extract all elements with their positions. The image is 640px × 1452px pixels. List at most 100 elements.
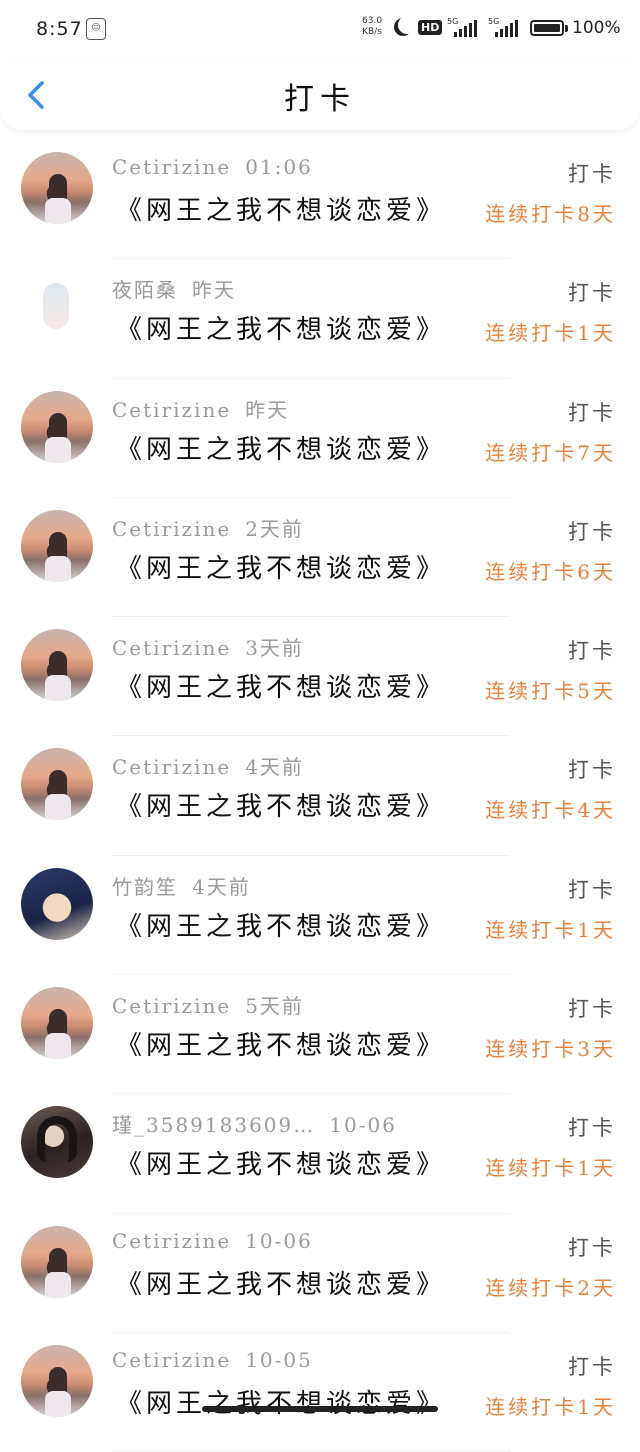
- hd-voice-badge: HD: [418, 20, 443, 35]
- checkin-time: 昨天: [245, 397, 290, 422]
- row-meta: Cetirizine 2天前: [112, 513, 304, 542]
- streak-days: 连续打卡1天: [485, 1394, 616, 1419]
- checkin-label: 打卡: [568, 281, 616, 306]
- streak-days: 连续打卡2天: [485, 1275, 616, 1300]
- status-time: 8:57: [36, 18, 83, 40]
- avatar[interactable]: [21, 152, 93, 224]
- checkin-time: 4天前: [245, 755, 304, 780]
- checkin-row[interactable]: Cetirizine 10-05 《网王之我不想谈恋爱》 打卡连续打卡1天: [0, 1333, 640, 1452]
- book-title[interactable]: 《网王之我不想谈恋爱》: [116, 429, 446, 466]
- checkin-time: 10-05: [245, 1347, 313, 1372]
- status-bar: 8:57 ☺ 63.0 KB/s HD 5G 5G 100%: [0, 0, 640, 58]
- row-meta: Cetirizine 4天前: [112, 751, 304, 780]
- battery-tip: [565, 25, 568, 32]
- checkin-label: 打卡: [568, 1354, 616, 1379]
- checkin-time: 01:06: [245, 155, 313, 179]
- checkin-label: 打卡: [568, 639, 616, 664]
- checkin-time: 2天前: [245, 516, 304, 541]
- checkin-row[interactable]: Cetirizine 3天前《网王之我不想谈恋爱》 打卡连续打卡5天: [0, 617, 640, 737]
- avatar[interactable]: [21, 867, 93, 940]
- nav-header: 打卡: [0, 58, 640, 130]
- network-speed-unit: KB/s: [362, 27, 382, 37]
- avatar[interactable]: [21, 271, 93, 344]
- avatar[interactable]: [21, 1225, 93, 1298]
- network-speed-value: 63.0: [362, 16, 383, 26]
- row-meta: Cetirizine 昨天: [112, 394, 289, 423]
- book-title[interactable]: 《网王之我不想谈恋爱》: [116, 906, 446, 943]
- checkin-row[interactable]: Cetirizine 01:06 《网王之我不想谈恋爱》 打卡连续打卡8天: [0, 140, 640, 260]
- checkin-time: 10-06: [245, 1228, 313, 1253]
- checkin-label: 打卡: [568, 400, 616, 425]
- checkin-row[interactable]: Cetirizine 4天前《网王之我不想谈恋爱》 打卡连续打卡4天: [0, 736, 640, 856]
- checkin-time: 昨天: [192, 278, 236, 303]
- checkin-row[interactable]: Cetirizine 10-06 《网王之我不想谈恋爱》 打卡连续打卡2天: [0, 1214, 640, 1333]
- checkin-label: 打卡: [568, 1235, 616, 1260]
- checkin-label: 打卡: [568, 162, 616, 186]
- user-name[interactable]: Cetirizine: [112, 155, 231, 179]
- row-meta: Cetirizine 01:06: [112, 155, 313, 179]
- streak-days: 连续打卡4天: [485, 798, 616, 823]
- streak-days: 连续打卡1天: [485, 321, 616, 346]
- row-meta: Cetirizine 10-05: [112, 1348, 313, 1372]
- do-not-disturb-moon-icon: [398, 16, 416, 34]
- page-title: 打卡: [284, 82, 356, 117]
- book-title[interactable]: 《网王之我不想谈恋爱》: [116, 309, 446, 346]
- checkin-list: Cetirizine 01:06 《网王之我不想谈恋爱》 打卡 连续打卡8天 夜陌桑 昨天《…: [0, 140, 640, 1452]
- checkin-row[interactable]: 竹韵笙 4天前《网王之我不想谈恋爱》 打卡连续打卡1天: [0, 856, 640, 976]
- avatar[interactable]: [21, 748, 93, 821]
- row-meta: 夜陌桑 昨天: [112, 274, 236, 303]
- row-meta: Cetirizine 3天前: [112, 632, 304, 661]
- avatar[interactable]: [21, 629, 93, 702]
- book-title[interactable]: 《网王之我不想谈恋爱》: [116, 786, 446, 823]
- row-meta: Cetirizine 10-06: [112, 1229, 313, 1253]
- checkin-row[interactable]: 瑾_3589183609… 10-06 《网王之我不想谈恋爱》 打卡 连续打卡1天: [0, 1094, 640, 1214]
- avatar[interactable]: [21, 987, 93, 1060]
- user-name[interactable]: Cetirizine: [112, 1229, 231, 1253]
- signal-strength-1-icon: [454, 19, 477, 37]
- checkin-time: 3天前: [245, 636, 304, 661]
- row-meta: Cetirizine 5天前: [112, 990, 304, 1019]
- checkin-row[interactable]: Cetirizine 昨天《网王之我不想谈恋爱》 打卡连续打卡7天: [0, 379, 640, 498]
- row-meta: 瑾_3589183609… 10-06: [112, 1109, 397, 1138]
- user-name[interactable]: Cetirizine: [112, 398, 231, 422]
- checkin-time: 5天前: [245, 994, 304, 1019]
- book-title[interactable]: 《网王之我不想谈恋爱》: [116, 1144, 446, 1181]
- network-speed: 63.0 KB/s: [362, 16, 382, 38]
- user-name[interactable]: Cetirizine: [112, 517, 231, 541]
- checkin-row[interactable]: Cetirizine 2天前《网王之我不想谈恋爱》 打卡连续打卡6天: [0, 498, 640, 618]
- checkin-label: 打卡: [568, 877, 616, 902]
- checkin-label: 打卡: [568, 758, 616, 783]
- home-indicator[interactable]: [202, 1406, 438, 1412]
- avatar[interactable]: [21, 1344, 93, 1417]
- app-notification-icon: ☺: [86, 18, 106, 40]
- battery-icon: [530, 20, 564, 36]
- streak-days: 连续打卡8天: [485, 202, 616, 226]
- user-name[interactable]: Cetirizine: [112, 636, 231, 660]
- user-name[interactable]: 夜陌桑: [112, 278, 178, 302]
- book-title[interactable]: 《网王之我不想谈恋爱》: [116, 548, 446, 585]
- checkin-row[interactable]: Cetirizine 5天前 《网王之我不想谈恋爱》 打卡 连续打卡3天: [0, 975, 640, 1095]
- user-name[interactable]: Cetirizine: [112, 755, 231, 779]
- streak-days: 连续打卡7天: [485, 440, 616, 465]
- user-name[interactable]: Cetirizine: [112, 994, 231, 1018]
- checkin-row[interactable]: 夜陌桑 昨天《网王之我不想谈恋爱》 打卡连续打卡1天: [0, 259, 640, 379]
- battery-percentage: 100%: [572, 18, 621, 38]
- book-title[interactable]: 《网王之我不想谈恋爱》: [116, 1383, 446, 1420]
- streak-days: 连续打卡1天: [485, 917, 616, 942]
- streak-days: 连续打卡6天: [485, 559, 616, 584]
- user-name[interactable]: 瑾_3589183609…: [112, 1113, 315, 1137]
- book-title[interactable]: 《网王之我不想谈恋爱》: [116, 1025, 446, 1062]
- avatar[interactable]: [21, 1106, 93, 1179]
- row-meta: 竹韵笙 4天前: [112, 871, 251, 900]
- checkin-label: 打卡: [568, 1116, 616, 1141]
- book-title[interactable]: 《网王之我不想谈恋爱》: [116, 667, 446, 704]
- streak-days: 连续打卡5天: [485, 679, 616, 704]
- user-name[interactable]: Cetirizine: [112, 1348, 231, 1372]
- book-title[interactable]: 《网王之我不想谈恋爱》: [116, 190, 446, 227]
- signal-strength-2-icon: [495, 19, 518, 37]
- checkin-label: 打卡: [568, 519, 616, 544]
- avatar[interactable]: [21, 390, 93, 463]
- avatar[interactable]: [21, 509, 93, 582]
- book-title[interactable]: 《网王之我不想谈恋爱》: [116, 1264, 446, 1301]
- user-name[interactable]: 竹韵笙: [112, 875, 178, 899]
